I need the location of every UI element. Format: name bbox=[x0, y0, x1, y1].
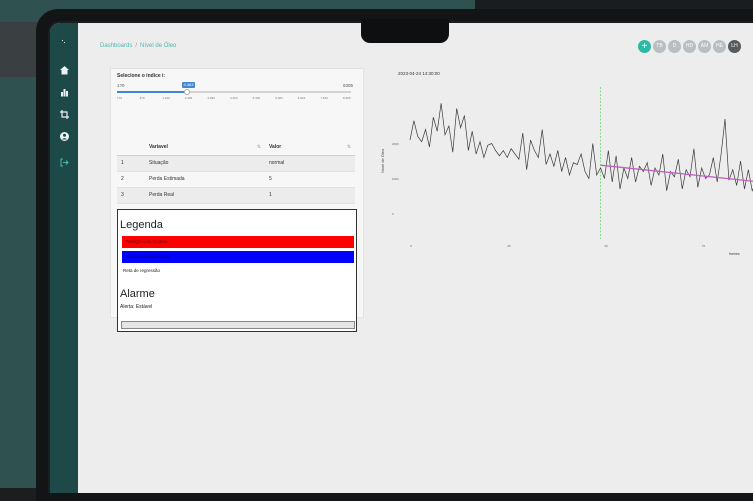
slider-tick-label: 6.484 bbox=[275, 96, 283, 100]
variables-table: Variavel ⇅ Valor ⇅ 1 Situação normal 2 P… bbox=[117, 139, 355, 204]
slider-min-label: 1?0 bbox=[117, 83, 125, 88]
slider-tick-label: 7.512 bbox=[320, 96, 328, 100]
tb-button[interactable]: TB bbox=[653, 40, 666, 53]
chart-x-tick: 50 bbox=[604, 244, 608, 248]
app-screen: Dashboards / Nível de Óleo + TB D HD AM HE… bbox=[50, 23, 753, 493]
slider-tick-label: 176 bbox=[117, 96, 123, 100]
slider-tick-label: 470 bbox=[139, 96, 145, 100]
crop-icon[interactable] bbox=[59, 109, 70, 120]
slider-max-label: 8305 bbox=[342, 83, 353, 88]
cell-id: 3 bbox=[117, 187, 145, 204]
oil-level-chart: 2023-04-24 14:30:00 Nível de Óleo frames 20… bbox=[378, 63, 753, 273]
he-button[interactable]: HE bbox=[713, 40, 726, 53]
chart-x-tick: 25 bbox=[507, 244, 511, 248]
cell-id: 2 bbox=[117, 171, 145, 188]
slider-label: Selecione o índice i: bbox=[117, 73, 166, 79]
table-row: 3 Perda Real 1 bbox=[117, 187, 355, 204]
oil-level-series-line bbox=[409, 103, 753, 192]
bar-chart-icon[interactable] bbox=[59, 87, 70, 98]
legend-title: Legenda bbox=[120, 219, 163, 231]
chart-x-tick: 0 bbox=[410, 244, 412, 248]
sidebar bbox=[50, 23, 78, 493]
alarm-text: Alerta: Estável bbox=[120, 304, 153, 310]
logout-icon[interactable] bbox=[59, 157, 70, 168]
laptop-bezel: Dashboards / Nível de Óleo + TB D HD AM HE… bbox=[48, 21, 753, 493]
laptop-frame: Dashboards / Nível de Óleo + TB D HD AM HE… bbox=[36, 9, 753, 501]
slider-tick-label: 1.163 bbox=[162, 96, 170, 100]
slider-value-bubble: 4.463 bbox=[182, 82, 195, 88]
user-icon[interactable] bbox=[59, 131, 70, 142]
legend-sensor: Dados reais do sensor bbox=[122, 251, 354, 263]
add-button[interactable]: + bbox=[638, 40, 651, 53]
slider-tick-label: 4.263 bbox=[230, 96, 238, 100]
legend-alarm-box: Legenda Predições do modelo Dados reais … bbox=[117, 209, 357, 332]
index-slider[interactable] bbox=[117, 89, 351, 95]
chart-y-tick: 0 bbox=[392, 212, 394, 216]
sort-icon[interactable]: ⇅ bbox=[347, 144, 351, 150]
cell-variavel: Perda Real bbox=[145, 187, 265, 204]
slider-tick-label: 2.496 bbox=[184, 96, 193, 100]
chart-x-tick: 75 bbox=[702, 244, 706, 248]
breadcrumb-current: Nível de Óleo bbox=[140, 43, 177, 49]
slider-fill bbox=[117, 91, 188, 93]
legend-predictions: Predições do modelo bbox=[122, 236, 354, 248]
breadcrumb-separator: / bbox=[135, 43, 138, 49]
chart-title: 2023-04-24 14:30:00 bbox=[398, 71, 440, 76]
am-button[interactable]: AM bbox=[698, 40, 711, 53]
chart-svg: 2023-04-24 14:30:00 Nível de Óleo frames 20… bbox=[380, 71, 753, 256]
cell-valor: normal bbox=[265, 155, 355, 172]
table-row: 1 Situação normal bbox=[117, 155, 355, 172]
cell-valor: 5 bbox=[265, 171, 355, 188]
slider-tick-label: 3.690 bbox=[207, 96, 215, 100]
chart-y-tick: 1000 bbox=[392, 177, 399, 181]
menu-icon[interactable] bbox=[59, 37, 70, 48]
alarm-status-bar bbox=[121, 321, 355, 329]
hd-button[interactable]: HD bbox=[683, 40, 696, 53]
table-header-row: Variavel ⇅ Valor ⇅ bbox=[117, 139, 355, 156]
control-panel: Selecione o índice i: 1?0 4.463 8305 176… bbox=[110, 68, 364, 332]
d-button[interactable]: D bbox=[668, 40, 681, 53]
home-icon[interactable] bbox=[59, 65, 70, 76]
lh-button[interactable]: LH bbox=[728, 40, 741, 53]
cell-valor: 1 bbox=[265, 187, 355, 204]
slider-ticks: 176 470 1.163 2.496 3.690 4.263 5.400 6.484 6.91… bbox=[117, 96, 351, 104]
camera-notch bbox=[361, 19, 449, 43]
slider-tick-label: 6.916 bbox=[297, 96, 306, 100]
breadcrumb-root[interactable]: Dashboards bbox=[100, 43, 132, 49]
legend-regression: Reta de regressão bbox=[123, 268, 161, 273]
cell-variavel: Perda Estimada bbox=[145, 171, 265, 188]
slider-handle[interactable] bbox=[184, 89, 191, 95]
slider-tick-label: 8.305 bbox=[343, 96, 351, 100]
sort-icon[interactable]: ⇅ bbox=[257, 144, 261, 150]
chart-xlabel: frames bbox=[729, 252, 740, 256]
cell-id: 1 bbox=[117, 155, 145, 172]
slider-tick-label: 5.400 bbox=[252, 96, 261, 100]
main-content: Dashboards / Nível de Óleo + TB D HD AM HE… bbox=[78, 23, 753, 493]
chart-y-tick: 2000 bbox=[392, 142, 399, 146]
table-header-variavel[interactable]: Variavel ⇅ bbox=[145, 139, 265, 156]
table-header-id[interactable] bbox=[117, 139, 145, 156]
header-variavel-text: Variavel bbox=[149, 143, 168, 150]
top-buttons: + TB D HD AM HE LH bbox=[638, 40, 741, 53]
cell-variavel: Situação bbox=[145, 155, 265, 172]
alarm-title: Alarme bbox=[120, 288, 155, 300]
header-valor-text: Valor bbox=[269, 143, 282, 150]
table-row: 2 Perda Estimada 5 bbox=[117, 171, 355, 188]
chart-ylabel: Nível de Óleo bbox=[380, 148, 385, 173]
breadcrumb: Dashboards / Nível de Óleo bbox=[100, 43, 176, 49]
table-header-valor[interactable]: Valor ⇅ bbox=[265, 139, 355, 156]
